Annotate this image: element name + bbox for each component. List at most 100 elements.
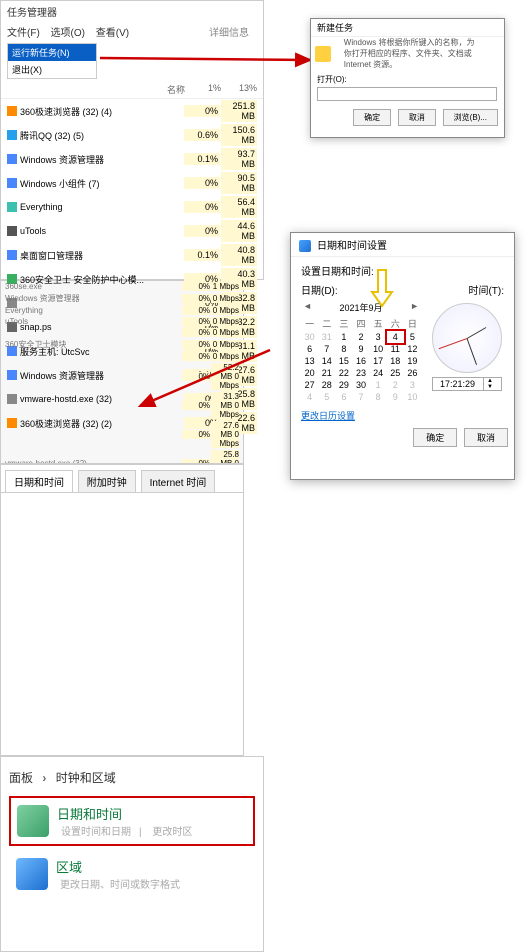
change-calendar-link[interactable]: 更改日历设置	[291, 409, 514, 422]
time-input[interactable]	[433, 378, 483, 390]
table-row[interactable]: 腾讯QQ (32) (5)0.6%150.6 MB	[1, 123, 263, 147]
table-row[interactable]: uTools0%44.6 MB	[1, 219, 263, 243]
process-icon	[7, 226, 17, 236]
region-cpl-item[interactable]: 区域 更改日期、时间或数字格式	[9, 850, 255, 898]
run-ok-button[interactable]: 确定	[353, 109, 391, 126]
calendar-day[interactable]: 29	[335, 379, 352, 391]
tab-internet-time[interactable]: Internet 时间	[141, 470, 216, 493]
table-row[interactable]: 360极速浏览器 (32) (4)0%251.8 MB	[1, 99, 263, 123]
run-dialog-icon	[315, 46, 331, 62]
calendar-day[interactable]: 15	[335, 355, 352, 367]
calendar-day[interactable]: 3	[370, 331, 387, 343]
calendar-day[interactable]: 2	[387, 379, 404, 391]
calendar-day[interactable]: 12	[404, 343, 421, 355]
calendar-day[interactable]: 16	[352, 355, 369, 367]
calendar-day[interactable]: 17	[370, 355, 387, 367]
calendar-day[interactable]: 4	[387, 331, 404, 343]
calendar-day[interactable]: 5	[404, 331, 421, 343]
calendar-day[interactable]: 23	[352, 367, 369, 379]
process-name: Windows 资源管理器	[20, 369, 183, 382]
table-row[interactable]: 桌面窗口管理器0.1%40.8 MB	[1, 243, 263, 267]
table-row[interactable]: Everything0%56.4 MB	[1, 195, 263, 219]
run-cancel-button[interactable]: 取消	[398, 109, 436, 126]
calendar-day[interactable]: 26	[404, 367, 421, 379]
calendar-day[interactable]: 30	[352, 379, 369, 391]
change-timezone-link[interactable]: 更改时区	[152, 827, 192, 838]
table-row[interactable]: Everything0%0 Mbps	[1, 305, 243, 316]
calendar-day[interactable]: 8	[370, 391, 387, 403]
menu-file[interactable]: 文件(F)	[7, 28, 40, 39]
weekday-header: 一	[301, 316, 318, 331]
calendar-day[interactable]: 20	[301, 367, 318, 379]
calendar-day[interactable]: 27	[301, 379, 318, 391]
calendar-month[interactable]: 2021年9月	[301, 299, 421, 316]
table-row[interactable]: vmware-hostd.exe (32)0%25.8 MB 0 Mbps	[1, 449, 243, 464]
calendar-day[interactable]: 8	[335, 343, 352, 355]
cpu-value: 0.6%	[184, 129, 220, 141]
calendar-day[interactable]: 5	[318, 391, 335, 403]
calendar-day[interactable]: 30	[301, 331, 318, 343]
calendar-day[interactable]: 25	[387, 367, 404, 379]
col-cpu[interactable]: 1%	[185, 83, 221, 96]
table-row[interactable]: Windows 小组件 (7)0%90.5 MB	[1, 171, 263, 195]
calendar-day[interactable]: 7	[318, 343, 335, 355]
control-panel-section: 面板 › 时钟和区域 日期和时间 设置时间和日期| 更改时区 区域 更改日期、时…	[0, 756, 264, 952]
set-datetime-link[interactable]: 设置时间和日期	[61, 827, 131, 838]
calendar[interactable]: 2021年9月 一二三四五六日 303112345678910111213141…	[301, 299, 421, 403]
calendar-day[interactable]: 3	[404, 379, 421, 391]
datetime-ok-button[interactable]: 确定	[413, 428, 457, 447]
mem-value: 251.8 MB	[221, 100, 257, 122]
process-name: uTools	[20, 226, 183, 236]
datetime-section-label: 设置日期和时间:	[301, 263, 504, 278]
calendar-day[interactable]: 13	[301, 355, 318, 367]
calendar-day[interactable]: 1	[335, 331, 352, 343]
table-row[interactable]: Windows 资源管理器0.1%93.7 MB	[1, 147, 263, 171]
calendar-day[interactable]: 10	[370, 343, 387, 355]
cpu-value: 0.1%	[184, 249, 220, 261]
tm-columns: 名称 1% 13%	[1, 81, 263, 99]
run-browse-button[interactable]: 浏览(B)...	[443, 109, 498, 126]
tab-datetime[interactable]: 日期和时间	[5, 470, 73, 492]
crumb-panel[interactable]: 面板	[9, 771, 33, 785]
menu-run-new-task[interactable]: 运行新任务(N)	[8, 44, 96, 61]
menu-options[interactable]: 选项(O)	[51, 28, 85, 39]
calendar-day[interactable]: 14	[318, 355, 335, 367]
process-name: 腾讯QQ (32) (5)	[20, 129, 183, 142]
time-spinner[interactable]: ▲▼	[432, 377, 502, 391]
table-row[interactable]: 360se.exe0%1 Mbps	[1, 281, 243, 292]
datetime-cpl-item[interactable]: 日期和时间 设置时间和日期| 更改时区	[9, 796, 255, 846]
calendar-day[interactable]: 31	[318, 331, 335, 343]
tm-tab-details[interactable]: 详细信息	[209, 24, 249, 39]
time-spin-buttons[interactable]: ▲▼	[483, 378, 497, 390]
run-dialog-msg: Windows 将根据你所键入的名称，为你打开相应的程序、文件夹、文档或 Int…	[338, 37, 488, 70]
calendar-day[interactable]: 24	[370, 367, 387, 379]
calendar-day[interactable]: 28	[318, 379, 335, 391]
process-name: Windows 资源管理器	[20, 153, 183, 166]
calendar-day[interactable]: 18	[387, 355, 404, 367]
process-icon	[7, 106, 17, 116]
calendar-day[interactable]: 10	[404, 391, 421, 403]
calendar-day[interactable]: 19	[404, 355, 421, 367]
crumb-clock-region[interactable]: 时钟和区域	[56, 771, 116, 785]
menu-view[interactable]: 查看(V)	[96, 28, 129, 39]
calendar-day[interactable]: 6	[335, 391, 352, 403]
tab-additional-clocks[interactable]: 附加时钟	[78, 470, 136, 493]
calendar-day[interactable]: 4	[301, 391, 318, 403]
mem-value: 40.8 MB	[221, 244, 257, 266]
calendar-day[interactable]: 21	[318, 367, 335, 379]
table-row[interactable]: uTools0%0 Mbps	[1, 316, 243, 327]
col-name[interactable]: 名称	[7, 83, 185, 96]
calendar-day[interactable]: 9	[387, 391, 404, 403]
change-format-link[interactable]: 更改日期、时间或数字格式	[60, 880, 180, 891]
calendar-day[interactable]: 1	[370, 379, 387, 391]
datetime-cancel-button[interactable]: 取消	[464, 428, 508, 447]
run-open-input[interactable]	[317, 87, 497, 101]
menu-exit[interactable]: 退出(X)	[8, 61, 96, 78]
calendar-day[interactable]: 9	[352, 343, 369, 355]
calendar-day[interactable]: 22	[335, 367, 352, 379]
calendar-day[interactable]: 2	[352, 331, 369, 343]
calendar-day[interactable]: 6	[301, 343, 318, 355]
col-mem[interactable]: 13%	[221, 83, 257, 96]
calendar-day[interactable]: 11	[387, 343, 404, 355]
calendar-day[interactable]: 7	[352, 391, 369, 403]
